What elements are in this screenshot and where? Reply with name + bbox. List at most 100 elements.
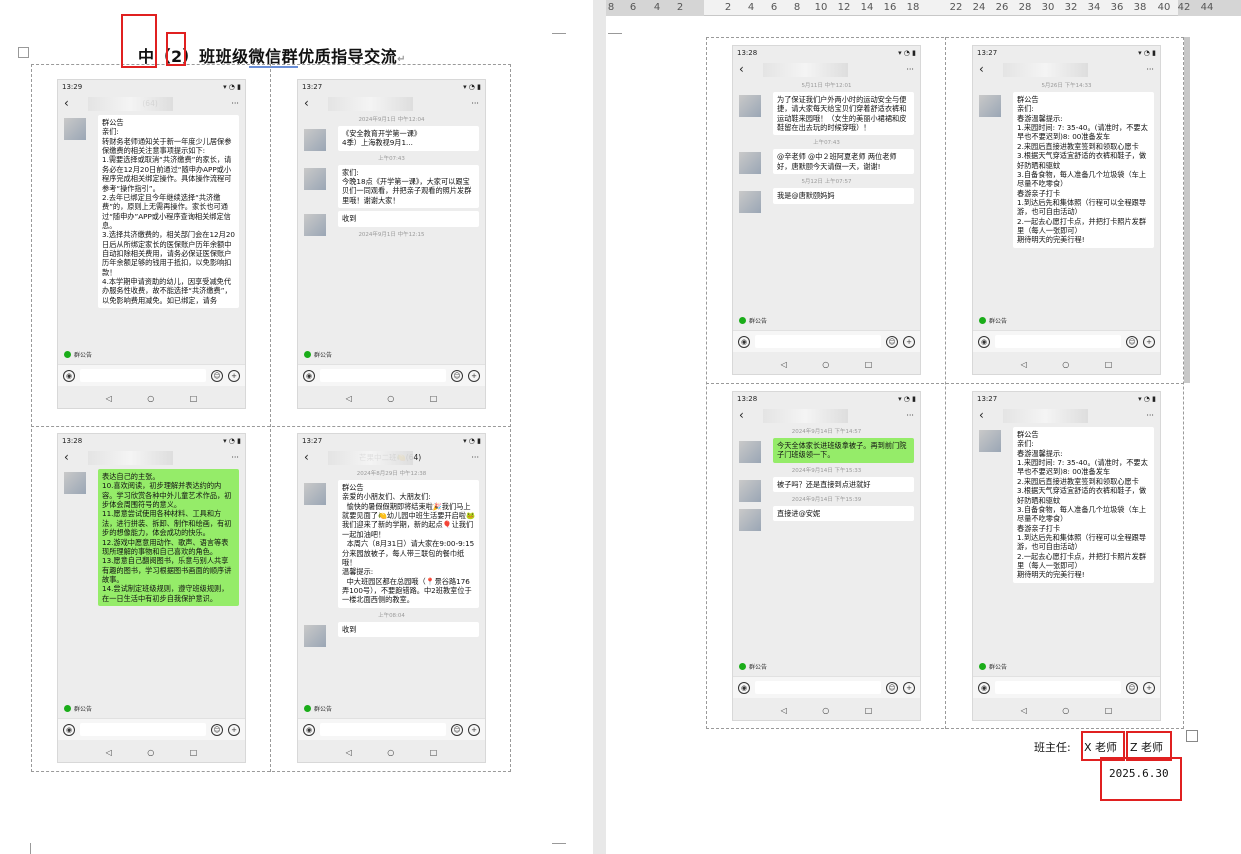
chat-message: 今天全体家长进班级拿被子。再到前门院子门班级领一下。 [773,438,914,463]
plus-icon: + [468,369,480,382]
back-icon: ‹ [64,96,69,110]
table-move-handle-icon[interactable] [18,47,29,58]
android-nav-bar: ◁ ○ □ [973,354,1160,374]
ruler-tick-label: 38 [1133,2,1147,13]
plus-icon: + [1143,681,1155,694]
chat-message: 收到 [338,211,479,227]
chat-messages: 2024年8月29日 中午12:38 群公告 亲爱的小朋友们、大朋友们: 愉快的暑… [298,466,485,704]
page-gap [593,0,606,854]
blurred-region [1003,409,1089,423]
tag-label: 群公告 [314,352,333,359]
avatar [739,479,761,502]
android-nav-bar: ◁ ○ □ [733,354,920,374]
notice-dot-icon [64,351,71,358]
plus-icon: + [903,335,915,348]
group-notice-tag: 群公告 [979,662,1007,671]
status-icons: ▾ ◔ ▮ [1138,49,1156,57]
avatar [739,152,761,175]
emoji-icon: ☺ [451,369,463,382]
back-icon: ‹ [304,96,309,110]
status-time: 13:28 [737,395,758,403]
nav-recent-icon: □ [1104,359,1113,369]
status-icons: ▾ ◔ ▮ [463,83,481,91]
phone-status-bar: 13:27 ▾ ◔ ▮ [298,80,485,94]
android-nav-bar: ◁ ○ □ [298,742,485,762]
wechat-chat-screenshot: 13:28 ▾ ◔ ▮ ‹ ··· 2024年9月14日 下午14:57 今天全体家长进班… [732,391,921,721]
ruler-tick-label: 28 [1018,2,1032,13]
voice-icon: ◉ [738,681,750,694]
blurred-region [1003,63,1089,77]
ruler-tick-label: 6 [770,2,778,13]
back-icon: ‹ [304,450,309,464]
more-icon: ··· [471,98,479,108]
group-notice-tag: 群公告 [304,350,332,359]
phone-status-bar: 13:28 ▾ ◔ ▮ [58,434,245,448]
message-input [320,369,446,382]
table-resize-handle-icon[interactable] [1186,730,1198,742]
tag-label: 群公告 [74,706,93,713]
nav-home-icon: ○ [822,705,830,715]
status-time: 13:27 [302,437,323,445]
ruler-tick-label: 14 [860,2,874,13]
more-icon: ··· [231,98,239,108]
message-timestamp: 5月11日 中午12:01 [801,83,852,89]
nav-home-icon: ○ [1062,705,1070,715]
android-nav-bar: ◁ ○ □ [973,700,1160,720]
avatar [64,118,86,140]
nav-home-icon: ○ [822,359,830,369]
ruler-tick-label: 8 [607,2,615,13]
group-notice-tag: 群公告 [739,316,767,325]
voice-icon: ◉ [63,369,75,382]
table-divider [270,64,271,772]
status-time: 13:28 [737,49,758,57]
voice-icon: ◉ [738,335,750,348]
emoji-icon: ☺ [451,723,463,736]
ruler-tick-label: 32 [1064,2,1078,13]
status-icons: ▾ ◔ ▮ [1138,395,1156,403]
ruler-tick-label: 26 [995,2,1009,13]
chat-message: 收到 [338,621,479,638]
message-timestamp: 2024年9月1日 中午12:04 [358,117,425,123]
table-resize-edge[interactable] [1184,37,1190,383]
avatar [979,95,1001,117]
nav-back-icon: ◁ [345,393,352,403]
ruler-tick-label: 8 [793,2,801,13]
avatar [304,167,326,190]
chat-message: 家们: 今晚18点《开学第一课》，大家可以跟宝贝们一同观看，并把亲子观看的照片发… [338,164,479,209]
blurred-region [763,409,849,423]
notice-dot-icon [304,705,311,712]
chat-message: @辛老师 @中２班阿夏老师 两位老师好，唐默颐今天请假一天，谢谢! [773,149,914,175]
avatar [979,430,1001,452]
back-icon: ‹ [739,62,744,76]
notice-dot-icon [739,317,746,324]
message-timestamp: 上午07:43 [378,155,405,162]
wechat-chat-screenshot: 13:27▾ ◔ ▮‹芒果中二班🍋(64)···2024年8月29日 中午12:… [297,433,486,763]
chat-input-bar: ◉ ☺ + [733,676,920,698]
horizontal-ruler[interactable]: 8 6 4 2 2 4 6 8 10 12 14 16 18 22 24 26 28 30 32 34 36 38 40 42… [606,0,1241,16]
message-timestamp: 2024年9月1日 中午12:15 [358,231,425,238]
notice-dot-icon [979,317,986,324]
more-icon: ··· [906,64,914,74]
avatar [304,214,326,237]
chat-messages: 群公告 亲们: 转财务老师通知关于新一年度少儿居保参保缴费的相关注意事项提示如下… [58,112,245,350]
nav-home-icon: ○ [387,747,395,757]
nav-back-icon: ◁ [1020,705,1027,715]
notice-dot-icon [64,705,71,712]
status-icons: ▾ ◔ ▮ [898,395,916,403]
android-nav-bar: ◁ ○ □ [733,700,920,720]
ruler-tick-label: 4 [747,2,755,13]
plus-icon: + [228,723,240,736]
chat-input-bar: ◉ ☺ + [298,718,485,740]
nav-home-icon: ○ [147,393,155,403]
chat-input-bar: ◉ ☺ + [973,676,1160,698]
annotation-box-title-zhong [121,14,157,68]
table-divider [706,383,1184,384]
nav-home-icon: ○ [387,393,395,403]
message-input [755,681,881,694]
phone-status-bar: 13:28 ▾ ◔ ▮ [733,46,920,60]
ruler-tick-label: 2 [676,2,684,13]
status-icons: ▾ ◔ ▮ [463,437,481,445]
message-input [80,723,206,736]
message-timestamp: 5月26日 下午14:33 [1041,83,1092,89]
message-timestamp: 上午07:43 [813,140,840,147]
